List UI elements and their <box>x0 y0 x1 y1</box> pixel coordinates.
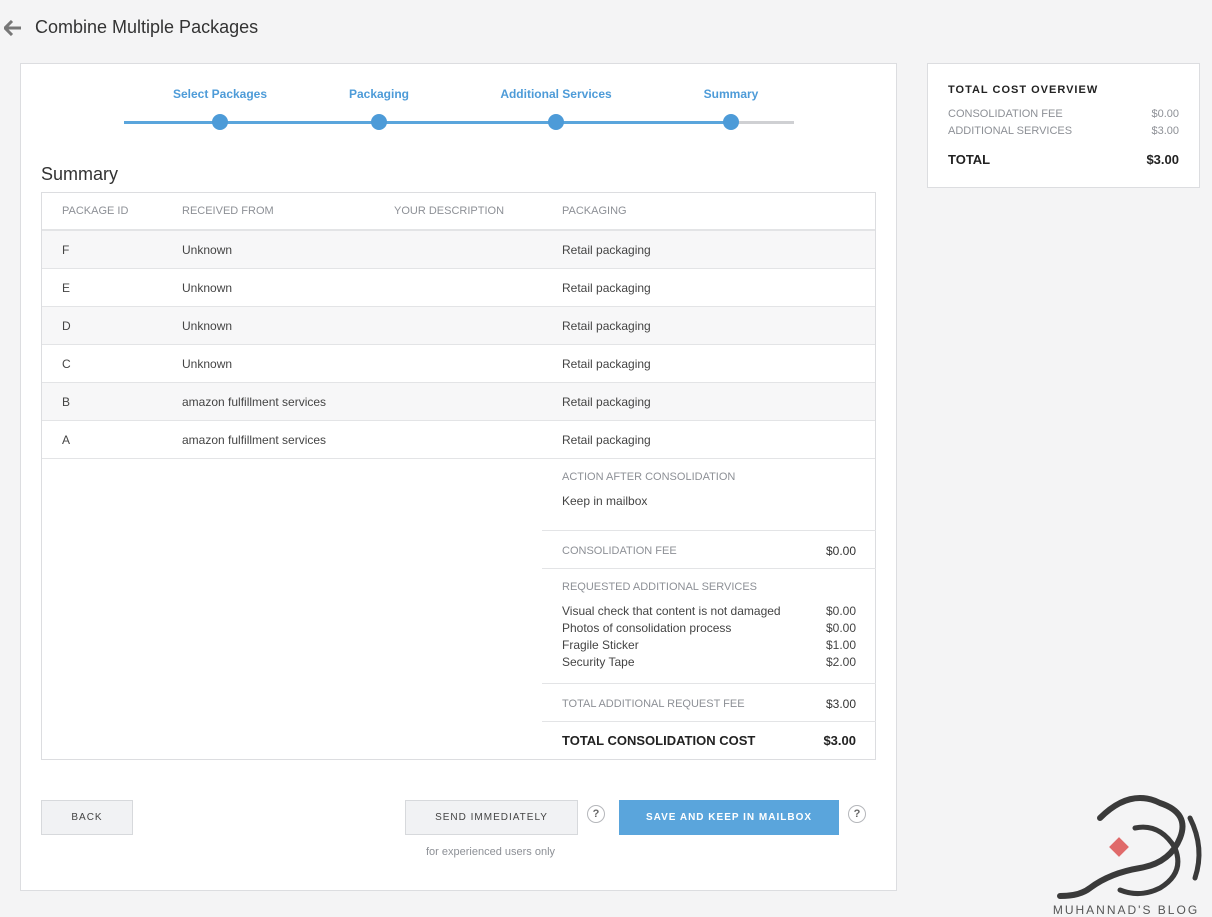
overview-additional-services-label: ADDITIONAL SERVICES <box>948 125 1073 137</box>
send-help-icon[interactable]: ? <box>587 805 605 823</box>
received-from: amazon fulfillment services <box>182 433 327 447</box>
step-label-additional-services[interactable]: Additional Services <box>500 87 611 101</box>
section-title: Summary <box>41 164 119 184</box>
service-line: Visual check that content is not damaged… <box>562 603 856 620</box>
consolidation-fee-label: CONSOLIDATION FEE <box>562 545 677 557</box>
step-dot-packaging[interactable] <box>371 114 387 130</box>
action-heading: ACTION AFTER CONSOLIDATION <box>562 471 736 483</box>
total-cost-label: TOTAL CONSOLIDATION COST <box>562 733 756 748</box>
save-and-keep-button[interactable]: SAVE AND KEEP IN MAILBOX <box>619 800 839 835</box>
service-line: Fragile Sticker $1.00 <box>562 637 856 654</box>
table-row: C Unknown Retail packaging <box>42 345 875 383</box>
stepper-track-remaining <box>730 121 794 124</box>
step-dot-select-packages[interactable] <box>212 114 228 130</box>
table-row: F Unknown Retail packaging <box>42 231 875 269</box>
send-immediately-button[interactable]: SEND IMMEDIATELY <box>405 800 578 835</box>
step-label-select-packages[interactable]: Select Packages <box>173 87 267 101</box>
step-label-packaging[interactable]: Packaging <box>349 87 409 101</box>
consolidation-fee-row: CONSOLIDATION FEE $0.00 <box>542 531 876 569</box>
consolidation-fee-value: $0.00 <box>825 544 856 558</box>
table-row: E Unknown Retail packaging <box>42 269 875 307</box>
overview-additional-services-value: $3.00 <box>1151 125 1179 137</box>
packaging: Retail packaging <box>562 243 651 257</box>
total-cost-overview: TOTAL COST OVERVIEW CONSOLIDATION FEE $0… <box>927 63 1200 188</box>
summary-table: PACKAGE ID RECEIVED FROM YOUR DESCRIPTIO… <box>41 192 876 760</box>
experienced-users-hint: for experienced users only <box>426 846 556 858</box>
column-header-description: YOUR DESCRIPTION <box>394 205 505 217</box>
column-header-package-id: PACKAGE ID <box>62 205 129 217</box>
back-arrow-icon[interactable] <box>4 20 22 36</box>
packaging: Retail packaging <box>562 357 651 371</box>
received-from: Unknown <box>182 319 233 333</box>
overview-additional-services: ADDITIONAL SERVICES $3.00 <box>948 125 1179 137</box>
received-from: Unknown <box>182 281 233 295</box>
column-header-packaging: PACKAGING <box>562 205 627 217</box>
service-line: Security Tape $2.00 <box>562 654 856 671</box>
progress-stepper: Select Packages Packaging Additional Ser… <box>124 84 794 134</box>
packaging: Retail packaging <box>562 433 651 447</box>
requested-services: REQUESTED ADDITIONAL SERVICES Visual che… <box>542 569 876 684</box>
column-header-received-from: RECEIVED FROM <box>182 205 274 217</box>
watermark-logo: MUHANNAD'S BLOG <box>1053 795 1202 917</box>
services-heading: REQUESTED ADDITIONAL SERVICES <box>562 581 757 593</box>
total-cost-row: TOTAL CONSOLIDATION COST $3.00 <box>542 722 876 760</box>
cost-details: ACTION AFTER CONSOLIDATION Keep in mailb… <box>542 459 876 760</box>
action-value: Keep in mailbox <box>562 494 648 508</box>
service-label: Fragile Sticker <box>562 638 639 652</box>
back-button[interactable]: BACK <box>41 800 133 835</box>
step-label-summary[interactable]: Summary <box>704 87 759 101</box>
total-cost-value: $3.00 <box>823 733 856 748</box>
received-from: Unknown <box>182 243 233 257</box>
total-additional-row: TOTAL ADDITIONAL REQUEST FEE $3.00 <box>542 684 876 722</box>
package-id: D <box>62 319 71 333</box>
overview-title: TOTAL COST OVERVIEW <box>948 84 1099 96</box>
overview-total: TOTAL $3.00 <box>948 152 1179 167</box>
service-line: Photos of consolidation process $0.00 <box>562 620 856 637</box>
service-price: $1.00 <box>825 638 856 652</box>
overview-consolidation-fee-value: $0.00 <box>1151 108 1179 120</box>
package-id: C <box>62 357 71 371</box>
service-price: $0.00 <box>825 621 856 635</box>
package-id: B <box>62 395 71 409</box>
action-after-consolidation: ACTION AFTER CONSOLIDATION Keep in mailb… <box>542 459 876 531</box>
package-id: E <box>62 281 71 295</box>
overview-consolidation-fee: CONSOLIDATION FEE $0.00 <box>948 108 1179 120</box>
packaging: Retail packaging <box>562 395 651 409</box>
overview-total-label: TOTAL <box>948 152 991 167</box>
page-title: Combine Multiple Packages <box>35 17 259 37</box>
service-price: $0.00 <box>825 604 856 618</box>
table-header: PACKAGE ID RECEIVED FROM YOUR DESCRIPTIO… <box>42 193 875 231</box>
total-additional-value: $3.00 <box>825 697 856 711</box>
step-dot-summary[interactable] <box>723 114 739 130</box>
service-label: Visual check that content is not damaged <box>562 604 781 618</box>
total-additional-label: TOTAL ADDITIONAL REQUEST FEE <box>562 698 745 710</box>
table-row: B amazon fulfillment services Retail pac… <box>42 383 875 421</box>
step-dot-additional-services[interactable] <box>548 114 564 130</box>
save-help-icon[interactable]: ? <box>848 805 866 823</box>
package-id: A <box>62 433 71 447</box>
overview-total-value: $3.00 <box>1146 152 1179 167</box>
watermark-text: MUHANNAD'S BLOG <box>1053 903 1199 917</box>
page-header: Combine Multiple Packages <box>0 0 1212 56</box>
received-from: amazon fulfillment services <box>182 395 327 409</box>
table-row: D Unknown Retail packaging <box>42 307 875 345</box>
service-label: Photos of consolidation process <box>562 621 732 635</box>
received-from: Unknown <box>182 357 233 371</box>
package-id: F <box>62 243 70 257</box>
service-label: Security Tape <box>562 655 635 669</box>
packaging: Retail packaging <box>562 281 651 295</box>
packaging: Retail packaging <box>562 319 651 333</box>
service-price: $2.00 <box>825 655 856 669</box>
overview-consolidation-fee-label: CONSOLIDATION FEE <box>948 108 1063 120</box>
table-row: A amazon fulfillment services Retail pac… <box>42 421 875 459</box>
main-card: Select Packages Packaging Additional Ser… <box>20 63 897 891</box>
